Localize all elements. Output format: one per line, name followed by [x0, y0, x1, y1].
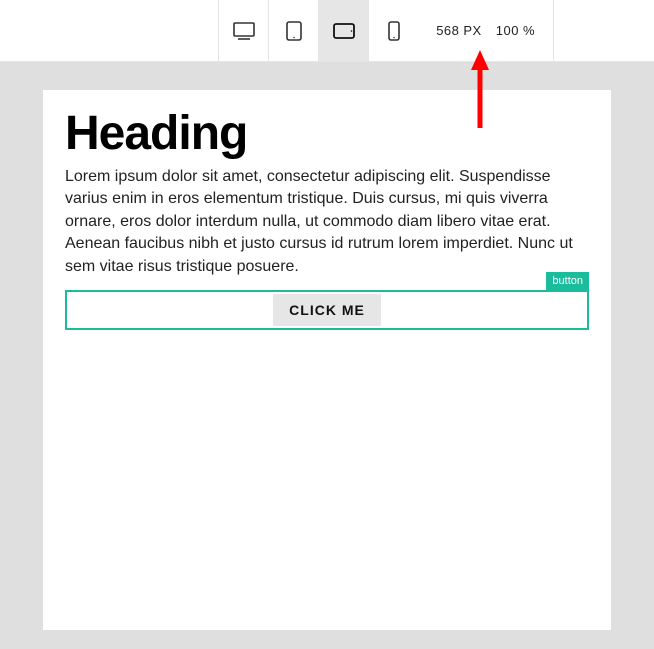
device-tablet-landscape-button[interactable]: [318, 0, 368, 61]
button-label[interactable]: CLICK ME: [273, 294, 381, 326]
tablet-landscape-icon: [333, 23, 355, 39]
phone-icon: [388, 21, 400, 41]
selection-tag[interactable]: button: [546, 272, 589, 290]
viewport-zoom-unit: %: [523, 23, 535, 38]
desktop-icon: [233, 22, 255, 40]
design-canvas[interactable]: Heading Lorem ipsum dolor sit amet, cons…: [43, 90, 611, 630]
viewport-zoom-value: 100: [496, 23, 519, 38]
tablet-portrait-icon: [286, 21, 302, 41]
button-element[interactable]: CLICK ME: [65, 290, 589, 330]
device-desktop-button[interactable]: [218, 0, 268, 61]
device-phone-button[interactable]: [368, 0, 418, 61]
page-heading[interactable]: Heading: [65, 110, 589, 158]
viewport-readout: 568 PX 100 %: [418, 0, 554, 61]
device-toolbar: 568 PX 100 %: [0, 0, 654, 62]
page-paragraph[interactable]: Lorem ipsum dolor sit amet, consectetur …: [65, 166, 589, 278]
selected-element-wrapper[interactable]: button CLICK ME: [65, 290, 589, 330]
device-tablet-portrait-button[interactable]: [268, 0, 318, 61]
design-viewport[interactable]: Heading Lorem ipsum dolor sit amet, cons…: [0, 62, 654, 649]
viewport-width-unit: PX: [463, 23, 481, 38]
viewport-width-value: 568: [436, 23, 459, 38]
